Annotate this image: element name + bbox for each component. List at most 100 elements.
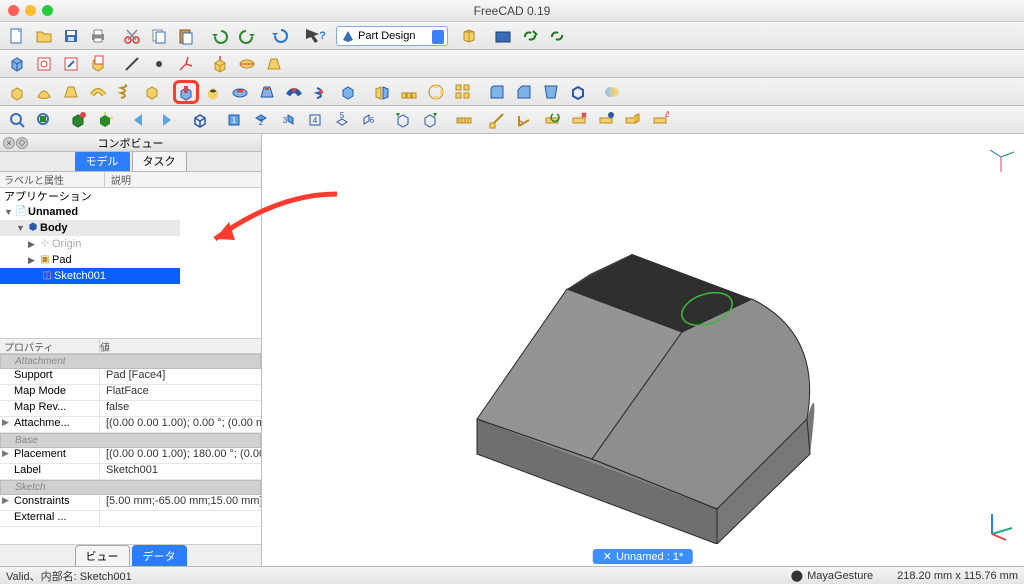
prop-attachoffset[interactable]: ▶Attachme...[(0.00 0.00 1.00); 0.00 °; (… <box>0 417 261 433</box>
mirror-icon[interactable] <box>369 80 395 104</box>
model-tree[interactable]: アプリケーション ▼📄Unnamed ▼⬢Body ▶⊹Origin ▶▣Pad… <box>0 188 261 338</box>
tree-doc[interactable]: ▼📄Unnamed <box>0 204 261 220</box>
pad-icon[interactable] <box>4 80 30 104</box>
pad-feature-icon: ▣ <box>38 254 52 266</box>
additive-loft-icon[interactable] <box>58 80 84 104</box>
tab-data[interactable]: データ <box>132 545 187 566</box>
additive-helix-icon[interactable] <box>112 80 138 104</box>
undo-button[interactable] <box>207 24 233 48</box>
rotate-left-icon[interactable] <box>390 108 416 132</box>
iso-view-icon[interactable] <box>187 108 213 132</box>
document-tab[interactable]: ✕Unnamed : 1* <box>593 549 693 564</box>
linear-pattern-icon[interactable] <box>396 80 422 104</box>
draft-icon[interactable] <box>538 80 564 104</box>
tree-app[interactable]: アプリケーション <box>0 188 261 204</box>
panel-float-icon[interactable]: ◇ <box>16 137 28 149</box>
draw-style-icon[interactable] <box>65 108 91 132</box>
open-file-button[interactable] <box>31 24 57 48</box>
status-dimensions: 218.20 mm x 115.76 mm <box>897 570 1018 582</box>
close-tab-icon[interactable]: ✕ <box>603 550 612 563</box>
revolve-button[interactable] <box>234 52 260 76</box>
bounding-box-icon[interactable] <box>92 108 118 132</box>
cut-button[interactable] <box>119 24 145 48</box>
pad-button[interactable] <box>207 52 233 76</box>
measure-clear-icon[interactable] <box>566 108 592 132</box>
tree-body[interactable]: ▼⬢Body <box>0 220 180 236</box>
prop-label[interactable]: LabelSketch001 <box>0 464 261 480</box>
tree-pad[interactable]: ▶▣Pad <box>0 252 261 268</box>
fit-selection-icon[interactable] <box>31 108 57 132</box>
rear-view-icon[interactable]: 4 <box>302 108 328 132</box>
parts-icon[interactable] <box>456 24 482 48</box>
measure-dist-icon[interactable] <box>451 108 477 132</box>
link-actions-icon[interactable] <box>544 24 570 48</box>
fillet-icon[interactable] <box>484 80 510 104</box>
measure-toggledelta-icon[interactable]: Δ <box>647 108 673 132</box>
additive-pipe-icon[interactable] <box>85 80 111 104</box>
chamfer-icon[interactable] <box>511 80 537 104</box>
additive-prim-icon[interactable] <box>139 80 165 104</box>
prop-external[interactable]: External ... <box>0 511 261 527</box>
sub-prim-icon[interactable] <box>335 80 361 104</box>
datum-line-icon[interactable] <box>119 52 145 76</box>
sub-loft-icon[interactable] <box>254 80 280 104</box>
prop-placement[interactable]: ▶Placement[(0.00 0.00 1.00); 180.00 °; (… <box>0 448 261 464</box>
tree-origin[interactable]: ▶⊹Origin <box>0 236 261 252</box>
measure-linear-icon[interactable] <box>485 108 511 132</box>
nav-style-label[interactable]: MayaGesture <box>807 570 873 582</box>
measure-angular-icon[interactable] <box>512 108 538 132</box>
map-sketch-button[interactable] <box>85 52 111 76</box>
groove-icon[interactable] <box>227 80 253 104</box>
thickness-icon[interactable] <box>565 80 591 104</box>
group-icon[interactable] <box>490 24 516 48</box>
nav-cube-icon[interactable] <box>984 140 1018 174</box>
datum-cs-icon[interactable] <box>173 52 199 76</box>
hole-icon[interactable] <box>200 80 226 104</box>
whatsthis-button[interactable]: ? <box>302 24 328 48</box>
fit-all-icon[interactable] <box>4 108 30 132</box>
multitransform-icon[interactable] <box>450 80 476 104</box>
tab-model[interactable]: モデル <box>75 150 130 171</box>
tab-task[interactable]: タスク <box>132 150 187 171</box>
top-view-icon[interactable]: 2 <box>248 108 274 132</box>
prop-maprev[interactable]: Map Rev...false <box>0 401 261 417</box>
copy-button[interactable] <box>146 24 172 48</box>
nav-back-icon[interactable] <box>126 108 152 132</box>
sub-pipe-icon[interactable] <box>281 80 307 104</box>
paste-button[interactable] <box>173 24 199 48</box>
redo-button[interactable] <box>234 24 260 48</box>
measure-toggle-icon[interactable] <box>593 108 619 132</box>
right-view-icon[interactable]: 3 <box>275 108 301 132</box>
tree-sketch-selected[interactable]: ◫Sketch001 <box>0 268 180 284</box>
left-view-icon[interactable]: 6 <box>356 108 382 132</box>
edit-sketch-button[interactable] <box>58 52 84 76</box>
bottom-view-icon[interactable]: 5 <box>329 108 355 132</box>
body-button[interactable] <box>4 52 30 76</box>
sketch-button[interactable] <box>31 52 57 76</box>
pocket-button-highlighted[interactable] <box>173 80 199 104</box>
prop-mapmode[interactable]: Map ModeFlatFace <box>0 385 261 401</box>
tab-view[interactable]: ビュー <box>75 545 130 566</box>
polar-pattern-icon[interactable] <box>423 80 449 104</box>
revolution-icon[interactable] <box>31 80 57 104</box>
boolean-icon[interactable] <box>599 80 625 104</box>
nav-style-icon[interactable]: ⬤ <box>791 569 803 582</box>
refresh-button[interactable] <box>268 24 294 48</box>
print-button[interactable] <box>85 24 111 48</box>
front-view-icon[interactable]: 1 <box>221 108 247 132</box>
rotate-right-icon[interactable] <box>417 108 443 132</box>
loft-button[interactable] <box>261 52 287 76</box>
new-file-button[interactable] <box>4 24 30 48</box>
panel-close-icon[interactable]: × <box>3 137 15 149</box>
datum-point-icon[interactable] <box>146 52 172 76</box>
prop-support[interactable]: SupportPad [Face4] <box>0 369 261 385</box>
workbench-selector[interactable]: Part Design <box>336 26 448 46</box>
3d-viewport[interactable]: ✕Unnamed : 1* <box>262 134 1024 566</box>
sub-helix-icon[interactable] <box>308 80 334 104</box>
link-make-icon[interactable] <box>517 24 543 48</box>
save-button[interactable] <box>58 24 84 48</box>
nav-forward-icon[interactable] <box>153 108 179 132</box>
measure-refresh-icon[interactable] <box>539 108 565 132</box>
prop-constraints[interactable]: ▶Constraints[5.00 mm;-65.00 mm;15.00 mm] <box>0 495 261 511</box>
measure-toggle3d-icon[interactable] <box>620 108 646 132</box>
